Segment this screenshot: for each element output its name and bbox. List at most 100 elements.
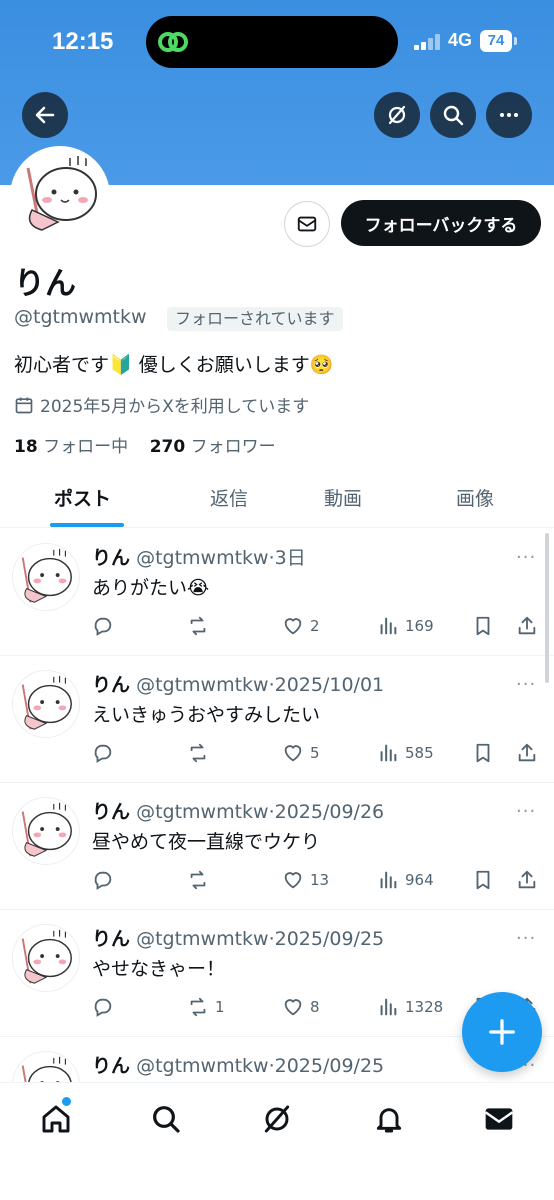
nav-messages[interactable] [481,1101,517,1137]
post-avatar[interactable] [12,670,80,738]
status-bar: 12:15 4G 74 [0,0,554,84]
post-actions: 5 585 [92,742,542,768]
post-item[interactable]: りん @tgtmwmtkw·3日 ··· ありがたい😭 2 169 [0,529,554,656]
like-button[interactable]: 13 [282,869,329,891]
bookmark-button[interactable] [472,742,494,764]
post-author-handle: @tgtmwmtkw [136,674,269,696]
reply-icon [94,744,112,763]
view-count: 169 [405,617,434,635]
post-header: りん @tgtmwmtkw·2025/09/25 [92,1051,384,1078]
post-text: えいきゅうおやすみしたい [92,704,321,726]
envelope-icon [297,216,317,232]
tab-replies[interactable]: 返信 [210,484,248,511]
network-type: 4G [448,30,473,50]
post-text: ありがたい😭 [92,577,210,599]
repost-icon [190,616,206,636]
post-item[interactable]: りん @tgtmwmtkw·2025/09/26 ··· 昼やめて夜一直線でウケり 1… [0,783,554,910]
post-avatar[interactable] [12,797,80,865]
more-options-button[interactable] [486,92,532,138]
reply-icon [94,998,112,1017]
reply-button[interactable] [92,869,114,891]
share-button[interactable] [516,615,538,637]
post-more-button[interactable]: ··· [516,801,536,822]
post-more-button[interactable]: ··· [516,928,536,949]
post-author-name: りん [92,928,131,950]
post-item[interactable]: りん @tgtmwmtkw·2025/10/01 ··· えいきゅうおやすみしたい 5… [0,656,554,783]
followers-label: フォロワー [190,437,276,457]
post-avatar[interactable] [12,543,80,611]
nav-search[interactable] [148,1101,184,1137]
follow-back-button[interactable]: フォローバックする [341,200,541,246]
views-button[interactable]: 964 [377,869,434,891]
post-avatar[interactable] [12,924,80,992]
reply-button[interactable] [92,996,114,1018]
bookmark-button[interactable] [472,869,494,891]
post-header: りん @tgtmwmtkw·3日 [92,543,306,570]
views-button[interactable]: 585 [377,742,434,764]
views-button[interactable]: 1328 [377,996,443,1018]
following-link[interactable]: 18 フォロー中 [14,437,128,457]
repost-button[interactable]: 1 [187,996,225,1018]
followers-link[interactable]: 270 フォロワー [150,437,276,457]
nav-notifications[interactable] [371,1101,407,1137]
reply-icon [94,617,112,636]
reply-button[interactable] [92,742,114,764]
repost-icon [190,870,206,890]
profile-tabs: ポスト 返信 動画 画像 [0,470,554,528]
post-time[interactable]: 2025/10/01 [275,674,385,696]
back-button[interactable] [22,92,68,138]
repost-button[interactable] [187,615,215,637]
post-time[interactable]: 2025/09/25 [275,928,385,950]
nav-home[interactable] [38,1101,74,1137]
bookmark-button[interactable] [472,615,494,637]
post-more-button[interactable]: ··· [516,547,536,568]
status-time: 12:15 [52,28,114,55]
view-count: 1328 [405,998,444,1016]
post-author-name: りん [92,674,131,696]
like-button[interactable]: 2 [282,615,320,637]
signal-icon [414,34,442,50]
hamster-avatar-image [21,548,72,603]
share-icon [518,616,536,635]
post-time[interactable]: 3日 [275,547,306,569]
message-button[interactable] [284,201,330,247]
post-text: 昼やめて夜一直線でウケり [92,831,321,853]
share-button[interactable] [516,742,538,764]
followers-count: 270 [149,437,186,457]
scrollbar[interactable] [545,533,549,683]
bookmark-icon [476,743,490,763]
like-count: 13 [310,871,330,889]
repost-button[interactable] [187,869,215,891]
profile-name: りん [14,266,76,302]
grok-button[interactable] [374,92,420,138]
envelope-icon [484,1108,514,1130]
profile-handle: @tgtmwmtkw [14,306,147,328]
repost-count: 1 [215,998,225,1016]
views-button[interactable]: 169 [377,615,434,637]
like-button[interactable]: 8 [282,996,320,1018]
tab-images[interactable]: 画像 [456,484,494,511]
follow-stats: 18 フォロー中 270 フォロワー [14,432,276,457]
post-more-button[interactable]: ··· [516,674,536,695]
search-button[interactable] [430,92,476,138]
post-time[interactable]: 2025/09/26 [275,801,385,823]
reply-button[interactable] [92,615,114,637]
repost-button[interactable] [187,742,215,764]
home-icon [42,1105,70,1133]
like-button[interactable]: 5 [282,742,320,764]
post-time[interactable]: 2025/09/25 [275,1055,385,1077]
share-button[interactable] [516,869,538,891]
tab-videos[interactable]: 動画 [324,484,362,511]
share-icon [518,743,536,762]
arrow-left-icon [35,106,55,124]
compose-button[interactable] [462,992,542,1072]
views-icon [380,744,397,762]
heart-icon [284,872,302,889]
profile-avatar[interactable] [10,146,110,246]
heart-icon [284,745,302,762]
view-count: 964 [405,871,434,889]
post-author-name: りん [92,1055,131,1077]
nav-grok[interactable] [259,1101,295,1137]
hamster-avatar-image [21,929,72,984]
tab-posts[interactable]: ポスト [54,484,111,511]
